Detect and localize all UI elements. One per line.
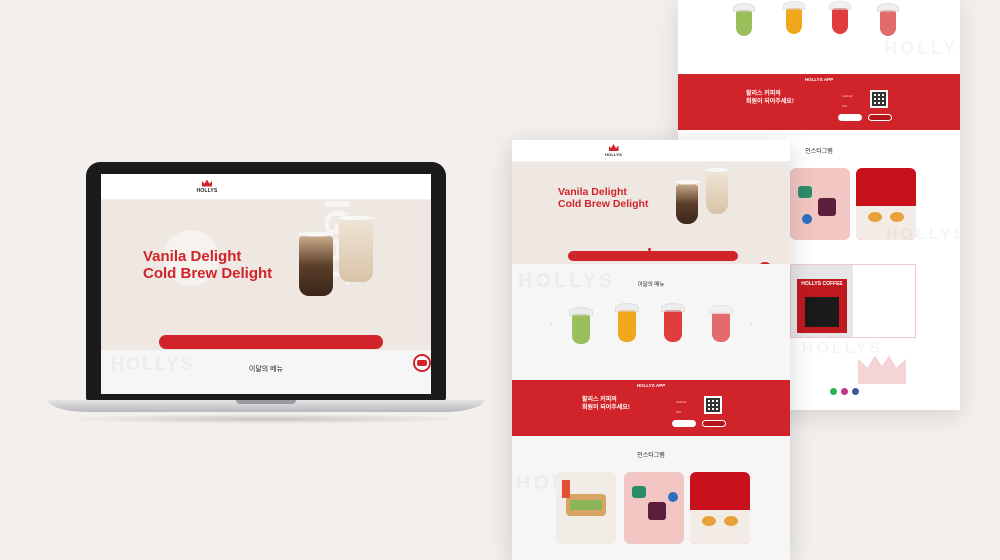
store-bullet (859, 291, 911, 299)
front-app-band: HOLLYS APP 할리스 커피의 회원이 되어주세요! Android iO… (512, 380, 790, 436)
crown-icon (202, 179, 212, 187)
store-bullets (859, 275, 911, 315)
back-app-headline-1: 할리스 커피의 (746, 91, 781, 97)
laptop-screen: HOLLYS LIGHT Vanila Delight Cold Brew De… (101, 174, 431, 394)
back-drink-2[interactable] (783, 1, 805, 34)
back-drink-4[interactable] (877, 3, 899, 36)
front-drink-2[interactable] (615, 303, 639, 342)
front-app-button-2[interactable] (702, 420, 726, 427)
store-bullet (859, 299, 911, 307)
front-menu-prev-arrow[interactable]: ‹ (550, 322, 552, 328)
back-watermark-2: HOLLYS (886, 226, 960, 244)
store-image: HOLLYS COFFEE (791, 265, 853, 337)
laptop-chatbot-icon[interactable] (413, 354, 431, 372)
front-drink-3[interactable] (661, 303, 685, 342)
front-hero-title-1: Vanila Delight (558, 186, 627, 198)
front-hero-coffee-cup (673, 179, 701, 224)
laptop-hero-title-1: Vanila Delight (143, 248, 242, 265)
front-app-android: Android (676, 400, 687, 404)
front-page-mockup: HOLLYS Vanila Delight Cold Brew Delight … (512, 140, 790, 560)
laptop-hero-latte-cup (336, 215, 376, 282)
front-app-label: HOLLYS APP (636, 383, 666, 388)
front-logo[interactable]: HOLLYS (605, 144, 622, 157)
back-app-button-2[interactable] (868, 114, 892, 121)
back-watermark: HOLLYS (884, 38, 960, 59)
laptop-hero-coffee-cup (296, 231, 336, 296)
crown-icon (608, 144, 619, 151)
front-menu-title: 이달의 메뉴 (637, 282, 665, 288)
back-app-button-1[interactable] (838, 114, 862, 121)
front-menu-next-arrow[interactable]: › (750, 322, 752, 328)
back-app-label: HOLLYS APP (804, 77, 834, 82)
store-bullet (859, 275, 911, 283)
front-app-ios: iOS (676, 410, 682, 414)
back-app-headline-2: 회원이 되어주세요! (746, 99, 794, 105)
laptop-mockup: HOLLYS LIGHT Vanila Delight Cold Brew De… (48, 162, 484, 432)
front-hero-title-2: Cold Brew Delight (558, 198, 649, 210)
laptop-logo[interactable]: HOLLYS (196, 179, 217, 194)
back-app-ios: iOS (842, 104, 848, 108)
back-store-banner: HOLLYS COFFEE (790, 264, 916, 338)
front-qr-code (704, 396, 722, 414)
laptop-hero-title: Vanila Delight Cold Brew Delight (143, 248, 272, 282)
store-bullet (859, 283, 911, 291)
line-icon[interactable] (830, 388, 837, 395)
back-app-band: HOLLYS APP 할리스 커피의 회원이 되어주세요! Android iO… (678, 74, 960, 130)
front-insta-section: HOLLYS 인스타그램 (512, 436, 790, 560)
laptop-hero-title-2: Cold Brew Delight (143, 265, 273, 282)
laptop-nav: HOLLYS (101, 174, 431, 200)
back-insta-photo-1[interactable] (790, 168, 850, 240)
front-nav: HOLLYS (512, 140, 790, 162)
store-sign: HOLLYS COFFEE (801, 281, 843, 287)
laptop-menu-section: HOLLYS 이달의 메뉴 (101, 350, 431, 394)
front-insta-photo-3[interactable] (690, 472, 750, 544)
laptop-hero: LIGHT Vanila Delight Cold Brew Delight (101, 177, 431, 350)
back-drink-3[interactable] (829, 1, 851, 34)
laptop-shadow (58, 414, 474, 424)
laptop-notch (236, 400, 296, 404)
front-insta-photo-2[interactable] (624, 472, 684, 544)
front-app-headline-2: 회원이 되어주세요! (582, 405, 630, 411)
front-app-button-1[interactable] (672, 420, 696, 427)
front-insta-photo-1[interactable] (556, 472, 616, 544)
back-app-android: Android (842, 94, 853, 98)
front-insta-title: 인스타그램 (637, 453, 665, 459)
social-icons (830, 388, 859, 395)
front-hero-latte-cup (703, 167, 731, 214)
front-drink-4[interactable] (709, 305, 733, 342)
back-qr-code (870, 90, 888, 108)
back-watermark-3: HOLLYS (802, 340, 883, 358)
laptop-menu-title: 이달의 메뉴 (248, 366, 284, 373)
front-app-headline-1: 할리스 커피의 (582, 397, 617, 403)
back-drink-1[interactable] (733, 3, 755, 36)
front-drink-1[interactable] (569, 307, 593, 344)
front-notice-bar (568, 251, 738, 261)
front-hero: Vanila Delight Cold Brew Delight (512, 162, 790, 264)
instagram-icon[interactable] (841, 388, 848, 395)
front-menu-section: HOLLYS 이달의 메뉴 ‹ › (512, 264, 790, 380)
laptop-notice-bar (159, 335, 383, 349)
facebook-icon[interactable] (852, 388, 859, 395)
store-bullet (859, 307, 911, 315)
